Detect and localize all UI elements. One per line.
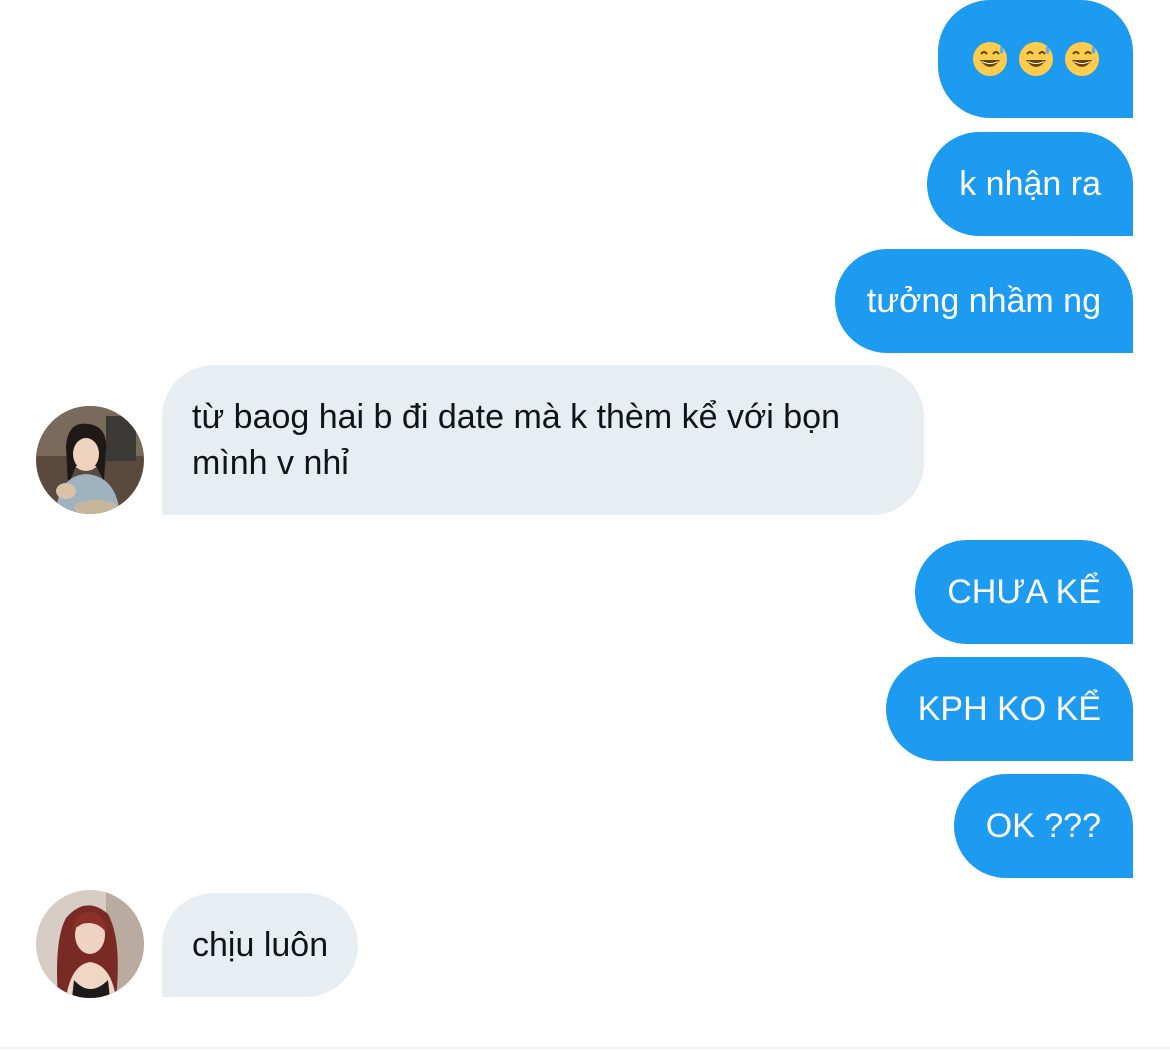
- message-text: từ baog hai b đi date mà k thèm kể với b…: [192, 398, 840, 482]
- message-text: tưởng nhầm ng: [866, 282, 1101, 320]
- received-message-bubble[interactable]: từ baog hai b đi date mà k thèm kể với b…: [162, 365, 924, 515]
- received-message-bubble[interactable]: chịu luôn: [162, 893, 359, 997]
- bottom-divider: [0, 1047, 1170, 1049]
- message-text: k nhận ra: [959, 165, 1101, 203]
- sent-message-bubble[interactable]: CHƯA KỂ: [915, 540, 1133, 644]
- grinning-sweat-emoji-icon: [972, 42, 1007, 76]
- grinning-sweat-emoji-icon: [1018, 42, 1053, 76]
- sent-message-bubble[interactable]: OK ???: [953, 774, 1133, 878]
- sent-message-bubble[interactable]: [938, 0, 1133, 118]
- emoji-row: [972, 41, 1100, 77]
- avatar-icon-user-2[interactable]: [36, 890, 144, 998]
- message-text: OK ???: [985, 807, 1101, 845]
- sent-message-bubble[interactable]: KPH KO KỂ: [885, 657, 1133, 761]
- message-text: KPH KO KỂ: [917, 690, 1101, 728]
- sent-message-bubble[interactable]: k nhận ra: [927, 132, 1133, 236]
- message-text: CHƯA KỂ: [947, 573, 1101, 611]
- grinning-sweat-emoji-icon: [1064, 42, 1099, 76]
- sent-message-bubble[interactable]: tưởng nhầm ng: [834, 249, 1133, 353]
- avatar-icon-user-1[interactable]: [36, 406, 144, 514]
- message-text: chịu luôn: [192, 926, 329, 964]
